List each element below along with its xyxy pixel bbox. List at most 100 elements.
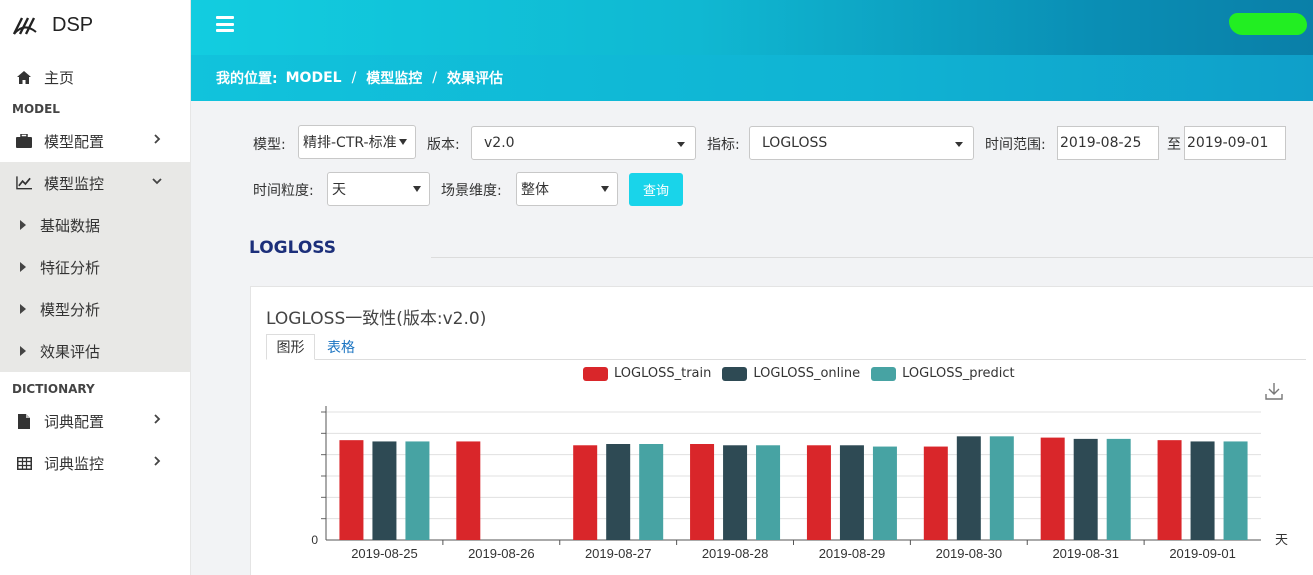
legend-swatch (722, 366, 748, 381)
bar (756, 445, 781, 540)
breadcrumb-prefix: 我的位置: (216, 71, 278, 87)
bar (1157, 440, 1182, 540)
start-date-input[interactable]: 2019-08-25 (1057, 126, 1159, 160)
hamburger-menu-icon[interactable] (216, 16, 234, 32)
caret-down-icon (601, 186, 609, 192)
home-icon (16, 69, 32, 85)
bar (456, 441, 481, 540)
sidebar-subitem-basic-data[interactable]: 基础数据 (0, 204, 190, 246)
x-axis-unit-label: 天 (1275, 533, 1288, 548)
metric-select[interactable]: LOGLOSS (749, 126, 974, 160)
file-icon (16, 413, 32, 429)
bar (1073, 438, 1098, 540)
legend-item-online[interactable]: LOGLOSS_online (722, 366, 860, 381)
bar (639, 444, 664, 540)
model-select[interactable]: 精排-CTR-标准 (298, 125, 416, 159)
sidebar-item-label: 模型分析 (40, 300, 101, 319)
granularity-select-value: 天 (332, 182, 346, 198)
panel-title: LOGLOSS一致性(版本:v2.0) (266, 309, 487, 329)
x-tick-label: 2019-08-31 (1052, 546, 1119, 561)
bar (956, 436, 981, 540)
caret-down-icon (399, 139, 407, 145)
scene-select[interactable]: 整体 (516, 172, 618, 206)
start-date-value: 2019-08-25 (1060, 135, 1142, 151)
brand[interactable]: DSP (0, 0, 190, 50)
chevron-right-icon (154, 414, 161, 424)
granularity-label: 时间粒度: (253, 183, 314, 199)
breadcrumb-item-model-monitor[interactable]: 模型监控 (366, 68, 422, 88)
sidebar-subitem-effect-evaluation[interactable]: 效果评估 (0, 330, 190, 372)
model-select-value: 精排-CTR-标准 (303, 135, 397, 151)
bar (606, 444, 631, 540)
line-chart-icon (16, 175, 32, 191)
section-divider (431, 257, 1313, 258)
table-icon (16, 455, 32, 471)
breadcrumb-item-effect-evaluation[interactable]: 效果评估 (447, 68, 503, 88)
logo-icon (12, 17, 37, 35)
bar (372, 441, 397, 540)
x-tick-label: 2019-09-01 (1169, 546, 1236, 561)
x-tick-label: 2019-08-27 (585, 546, 652, 561)
briefcase-icon (16, 133, 32, 149)
top-header (191, 0, 1313, 55)
x-tick-label: 2019-08-26 (468, 546, 535, 561)
sidebar-subitem-model-analysis[interactable]: 模型分析 (0, 288, 190, 330)
to-label: 至 (1167, 137, 1181, 153)
sidebar-item-dict-monitor[interactable]: 词典监控 (0, 442, 190, 484)
granularity-select[interactable]: 天 (327, 172, 430, 206)
breadcrumb-separator: / (351, 70, 357, 86)
chevron-down-icon (152, 178, 162, 185)
breadcrumb-separator: / (432, 70, 437, 86)
x-tick-label: 2019-08-29 (819, 546, 886, 561)
sidebar-item-home[interactable]: 主页 (0, 56, 190, 98)
sidebar-item-model-config[interactable]: 模型配置 (0, 120, 190, 162)
app-title: DSP (52, 13, 94, 36)
caret-right-icon (20, 346, 26, 356)
main-content: 模型: 精排-CTR-标准 版本: v2.0 指标: LOGLOSS 时间范围:… (191, 101, 1313, 575)
section-dictionary: DICTIONARY (12, 382, 95, 396)
legend-swatch (583, 366, 608, 381)
caret-right-icon (20, 304, 26, 314)
breadcrumb-item-model[interactable]: MODEL (286, 70, 342, 86)
sidebar-item-label: 效果评估 (40, 342, 101, 361)
bar (1040, 437, 1065, 540)
version-select-value: v2.0 (484, 135, 515, 151)
version-select[interactable]: v2.0 (471, 126, 696, 160)
y-tick-label: 0 (311, 533, 318, 547)
sidebar-item-label: 词典配置 (44, 412, 105, 431)
bar (1106, 438, 1131, 540)
scene-select-value: 整体 (521, 182, 549, 198)
bar (573, 445, 598, 540)
x-tick-label: 2019-08-30 (936, 546, 1003, 561)
bar-chart: 0 2019-08-25 2019-08-26 2019-08-27 2019-08-2… (311, 406, 1288, 561)
sidebar-item-label: 模型监控 (44, 174, 105, 193)
caret-right-icon (20, 220, 26, 230)
end-date-value: 2019-09-01 (1187, 135, 1269, 151)
sidebar-item-dict-config[interactable]: 词典配置 (0, 400, 190, 442)
caret-down-icon (677, 142, 685, 147)
tab-graph[interactable]: 图形 (266, 334, 315, 360)
legend-item-predict[interactable]: LOGLOSS_predict (871, 366, 1015, 381)
chevron-right-icon (154, 134, 161, 144)
query-button[interactable]: 查询 (629, 173, 683, 206)
chevron-right-icon (154, 456, 161, 466)
caret-right-icon (20, 262, 26, 272)
bar (405, 441, 430, 540)
sidebar: DSP 主页 MODEL 模型配置 模型监控 基础数据 特征分析 模型分析 效果… (0, 0, 191, 575)
sidebar-item-model-monitor[interactable]: 模型监控 (0, 162, 190, 204)
sidebar-item-label: 主页 (44, 68, 75, 87)
bar (872, 446, 897, 540)
legend-item-train[interactable]: LOGLOSS_train (583, 366, 711, 381)
tab-table[interactable]: 表格 (324, 334, 358, 360)
chart-panel: LOGLOSS一致性(版本:v2.0) 图形 表格 LOGLOSS_train … (250, 286, 1313, 575)
sidebar-item-label: 词典监控 (44, 454, 105, 473)
sidebar-subitem-feature-analysis[interactable]: 特征分析 (0, 246, 190, 288)
time-range-label: 时间范围: (985, 137, 1046, 153)
x-tick-label: 2019-08-25 (351, 546, 418, 561)
metric-label: 指标: (707, 137, 740, 153)
user-avatar-redacted[interactable] (1229, 13, 1307, 35)
section-title: LOGLOSS (249, 238, 337, 258)
chart-legend: LOGLOSS_train LOGLOSS_online LOGLOSS_pre… (583, 366, 1026, 381)
bar (1190, 441, 1215, 540)
end-date-input[interactable]: 2019-09-01 (1184, 126, 1286, 160)
